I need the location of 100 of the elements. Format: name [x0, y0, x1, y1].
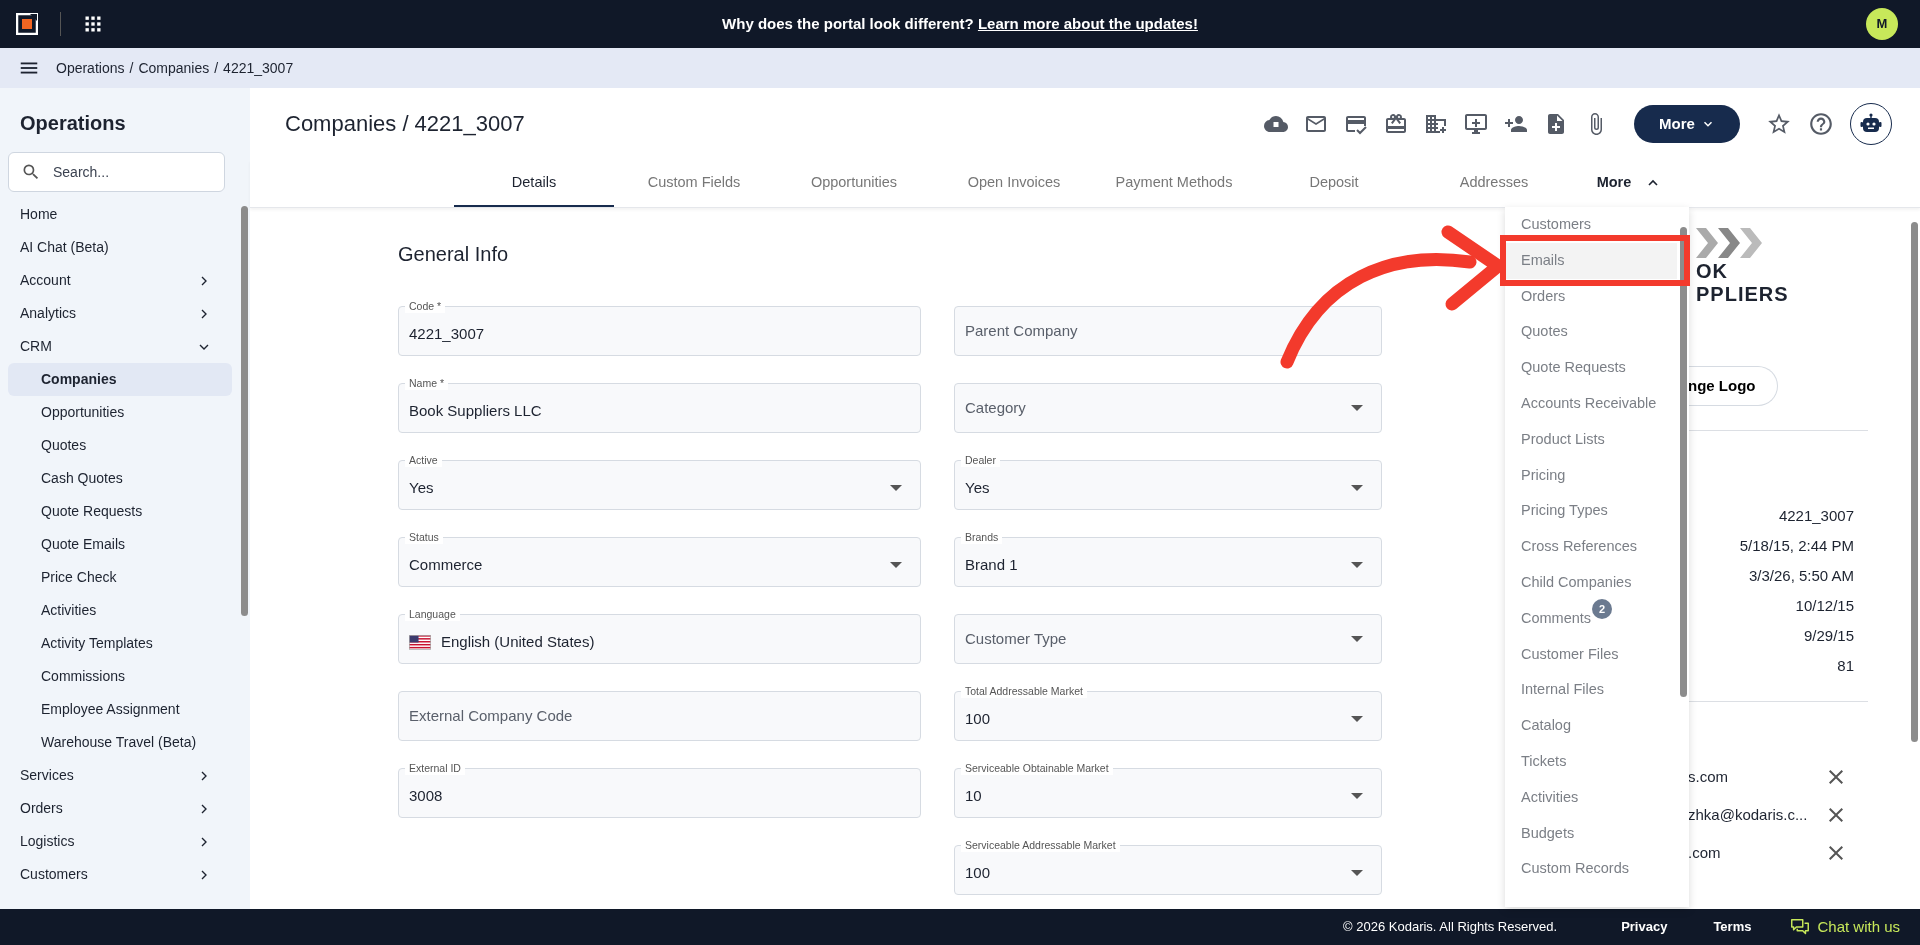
chat-link[interactable]: Chat with us	[1789, 915, 1900, 939]
text-field[interactable]: Parent Company	[954, 306, 1382, 356]
breadcrumb-separator: /	[129, 58, 134, 78]
flag-icon	[409, 634, 431, 650]
breadcrumb-item[interactable]: Companies	[138, 57, 210, 79]
sidebar-item[interactable]: Cash Quotes	[8, 462, 232, 495]
dropdown-caret-icon	[1351, 793, 1363, 799]
sidebar-item[interactable]: Activity Templates	[8, 627, 232, 660]
menu-item[interactable]: Product Lists	[1505, 421, 1677, 458]
field-value: Yes	[409, 477, 434, 498]
gift-card-icon[interactable]	[1384, 112, 1408, 136]
select-field[interactable]: Customer Type	[954, 614, 1382, 664]
field-label: Brands	[961, 530, 1003, 544]
field-label: Language	[405, 607, 460, 621]
sidebar-item[interactable]: Logistics	[0, 825, 232, 858]
menu-item[interactable]: Customers	[1505, 207, 1677, 243]
menu-item[interactable]: Emails	[1505, 242, 1677, 279]
logo-chevrons-icon	[1696, 228, 1762, 258]
menu-item[interactable]: Quote Requests	[1505, 350, 1677, 386]
field-label: Serviceable Addressable Market	[961, 838, 1120, 852]
dropdown-caret-icon	[890, 485, 902, 491]
menu-item[interactable]: Internal Files	[1505, 672, 1677, 709]
tab[interactable]: Deposit	[1254, 160, 1414, 207]
menu-item[interactable]: Pricing	[1505, 457, 1677, 494]
field-label: Active	[405, 453, 442, 467]
sidebar-item[interactable]: Services	[0, 759, 232, 792]
logo-icon[interactable]	[16, 13, 38, 35]
menu-item[interactable]: Orders	[1505, 278, 1677, 315]
sidebar-item[interactable]: Quotes	[8, 429, 232, 462]
copyright-text: © 2026 Kodaris. All Rights Reserved.	[1343, 918, 1558, 937]
dropdown-caret-icon	[1351, 716, 1363, 722]
menu-item[interactable]: Activities	[1505, 779, 1677, 816]
menu-item[interactable]: Accounts Receivable	[1505, 386, 1677, 422]
change-logo-button[interactable]: nge Logo	[1688, 366, 1778, 406]
page-title: Companies / 4221_3007	[285, 110, 525, 138]
sidebar-item[interactable]: Activities	[8, 594, 232, 627]
field-value: Book Suppliers LLC	[409, 400, 542, 421]
detail-value: 10/12/15	[1795, 596, 1854, 616]
sidebar-item[interactable]: CRM	[0, 330, 232, 363]
banner-link[interactable]: Learn more about the updates!	[977, 14, 1198, 32]
tab[interactable]: Payment Methods	[1094, 160, 1254, 207]
text-field[interactable]: External Company Code	[398, 691, 921, 741]
field-value: Yes	[965, 477, 990, 498]
monitor-add-icon[interactable]	[1464, 112, 1488, 136]
detail-value: 3/3/26, 5:50 AM	[1748, 566, 1854, 586]
sidebar-item[interactable]: Opportunities	[8, 396, 232, 429]
menu-item[interactable]: Tickets	[1505, 743, 1677, 780]
help-icon[interactable]	[1808, 111, 1834, 137]
search-field[interactable]: Search...	[8, 152, 225, 192]
breadcrumb-item[interactable]: Operations	[56, 57, 125, 79]
menu-item[interactable]: Customer Files	[1505, 636, 1677, 673]
sidebar-item[interactable]: Commissions	[8, 660, 232, 693]
menu-item[interactable]: Child Companies	[1505, 564, 1677, 601]
sidebar-item[interactable]: Customers	[0, 858, 232, 891]
detail-value: 9/29/15	[1803, 626, 1854, 646]
search-icon	[21, 162, 41, 182]
tab[interactable]: More	[1574, 160, 1684, 207]
breadcrumb-item: 4221_3007	[223, 58, 294, 78]
footer-link[interactable]: Privacy	[1621, 917, 1668, 937]
search-placeholder: Search...	[53, 162, 110, 182]
menu-item[interactable]: Pricing Types	[1505, 493, 1677, 530]
dropdown-caret-icon	[1351, 562, 1363, 568]
more-button[interactable]: More	[1634, 105, 1740, 143]
menu-item[interactable]: Quotes	[1505, 314, 1677, 351]
sidebar-item[interactable]: Employee Assignment	[8, 693, 232, 726]
footer-link[interactable]: Terms	[1713, 917, 1752, 937]
menu-item[interactable]: Comments 2	[1505, 600, 1677, 637]
user-avatar[interactable]: M	[1866, 8, 1898, 40]
field-value: 4221_3007	[409, 323, 485, 344]
menu-item[interactable]: Budgets	[1505, 815, 1677, 852]
field-value: Commerce	[409, 554, 483, 575]
sidebar-item[interactable]: Orders	[0, 792, 232, 825]
dropdown-caret-icon	[1351, 636, 1363, 642]
sidebar-item[interactable]: Quote Requests	[8, 495, 232, 528]
tab[interactable]: Custom Fields	[614, 160, 774, 207]
tab[interactable]: Opportunities	[774, 160, 934, 207]
field-label: Code *	[405, 299, 446, 313]
building-add-icon[interactable]	[1424, 112, 1448, 136]
star-icon[interactable]	[1766, 111, 1792, 137]
menu-item[interactable]: Custom Records	[1505, 851, 1677, 888]
tab[interactable]: Open Invoices	[934, 160, 1094, 207]
email-address: s.com	[1688, 766, 1728, 787]
menu-item[interactable]: Cross References	[1505, 529, 1677, 565]
tab[interactable]: Addresses	[1414, 160, 1574, 207]
sidebar-item[interactable]: Price Check	[8, 561, 232, 594]
sidebar-item[interactable]: Account	[0, 264, 232, 297]
select-field[interactable]: Category	[954, 383, 1382, 433]
sidebar-title: Operations	[19, 111, 127, 136]
sidebar-item[interactable]: Analytics	[0, 297, 232, 330]
sidebar-item[interactable]: AI Chat (Beta)	[0, 231, 232, 264]
sidebar-item[interactable]: Warehouse Travel (Beta)	[8, 726, 232, 759]
app-grid-icon[interactable]	[83, 14, 103, 34]
sidebar-item[interactable]: Companies	[8, 363, 232, 396]
tab[interactable]: Details	[454, 160, 614, 207]
breadcrumb-separator: /	[214, 58, 219, 78]
sidebar-item[interactable]: Home	[0, 198, 232, 231]
email-address: .com	[1688, 842, 1721, 863]
menu-item[interactable]: Catalog	[1505, 708, 1677, 744]
sidebar-item[interactable]: Quote Emails	[8, 528, 232, 561]
detail-value: 4221_3007	[1778, 506, 1854, 526]
